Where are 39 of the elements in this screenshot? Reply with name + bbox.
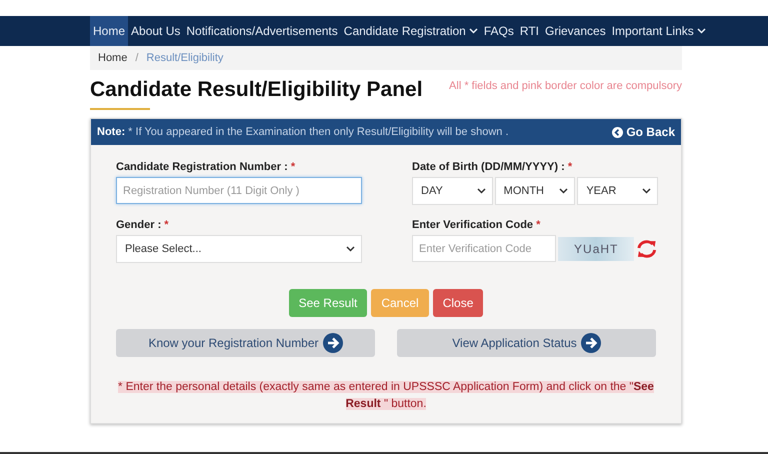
verification-code-field[interactable]: Enter Verification Code: [412, 235, 556, 262]
link-button[interactable]: View Application Status: [397, 329, 656, 357]
field-label: Enter Verification Code *: [412, 219, 542, 231]
nav-link[interactable]: Home: [90, 16, 128, 46]
breadcrumb-separator: /: [135, 52, 138, 64]
nav-link[interactable]: About Us: [128, 16, 184, 46]
field-label: Gender : *: [116, 219, 170, 231]
refresh-icon[interactable]: [636, 238, 658, 258]
chevron-down-icon: [346, 246, 355, 252]
nav-link[interactable]: Important Links: [608, 16, 709, 46]
date-select[interactable]: MONTH: [494, 177, 576, 205]
nav-link[interactable]: FAQs: [480, 16, 517, 46]
chevron-down-icon: [559, 188, 568, 194]
go-back-link[interactable]: Go Back: [612, 125, 675, 139]
gender-select[interactable]: Please Select...: [116, 235, 362, 263]
nav-link[interactable]: RTI: [516, 16, 542, 46]
action-button[interactable]: Close: [432, 289, 484, 317]
field-label: Date of Birth (DD/MM/YYYY) : *: [412, 161, 574, 173]
chevron-down-icon: [642, 188, 652, 194]
back-icon: [612, 126, 624, 138]
arrow-right-icon: [580, 333, 601, 353]
registration-number-field[interactable]: Registration Number (11 Digit Only ): [116, 177, 362, 204]
breadcrumb-link[interactable]: Home: [98, 52, 128, 64]
field-label: Candidate Registration Number : *: [116, 161, 296, 173]
date-select[interactable]: YEAR: [577, 177, 658, 205]
link-button[interactable]: Know your Registration Number: [116, 329, 375, 357]
compulsory-note: All * fields and pink border color are compulsory: [449, 79, 682, 92]
date-select[interactable]: DAY: [412, 177, 493, 205]
page-title: Candidate Result/Eligibility Panel: [90, 78, 423, 103]
note-text: Note: * If You appeared in the Examination then only Result/Eligibility will be shown .: [97, 126, 509, 138]
nav-link[interactable]: Notifications/Advertisements: [183, 16, 341, 46]
chevron-down-icon: [476, 188, 486, 194]
nav-link[interactable]: Grievances: [542, 16, 609, 46]
chevron-down-icon: [468, 28, 478, 34]
captcha-image: YUaHT: [558, 236, 634, 260]
chevron-down-icon: [696, 28, 706, 34]
arrow-right-icon: [322, 333, 343, 353]
nav-link[interactable]: Candidate Registration: [340, 16, 481, 46]
instruction-text: * Enter the personal details (exactly same as entered in UPSSSC Application Form) and click on the "See Result " button.: [117, 380, 655, 412]
